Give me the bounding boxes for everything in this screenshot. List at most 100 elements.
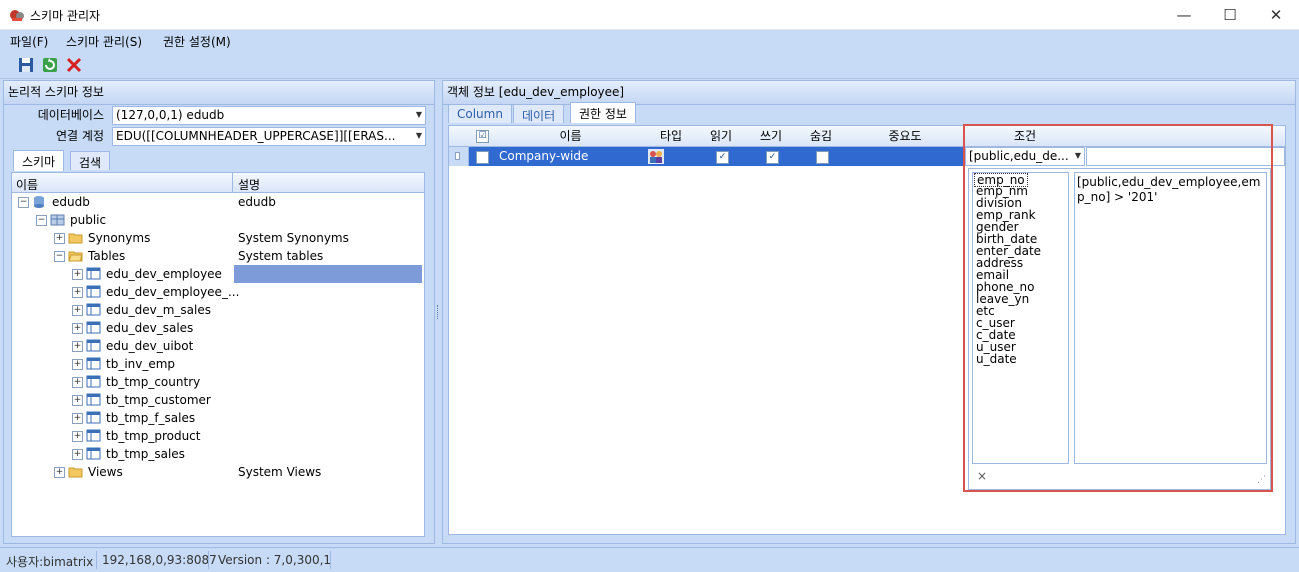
database-value: (127,0,0,1) edudb xyxy=(116,108,225,122)
expand-icon[interactable]: + xyxy=(72,305,83,316)
table-icon xyxy=(86,321,101,334)
menu-schema-management[interactable]: 스키마 관리(S) xyxy=(66,33,142,50)
hidden-checkbox[interactable] xyxy=(816,151,829,164)
tree-item-label: edu_dev_sales xyxy=(106,321,194,335)
tab-search[interactable]: 검색 xyxy=(70,151,111,170)
popup-close-icon[interactable]: × xyxy=(977,469,987,483)
expand-icon[interactable]: + xyxy=(72,431,83,442)
title-bar: 스키마 관리자 — ☐ ✕ xyxy=(0,0,1299,30)
expand-icon[interactable]: + xyxy=(54,233,65,244)
minimize-button[interactable]: — xyxy=(1161,0,1207,30)
menu-file[interactable]: 파일(F) xyxy=(10,33,48,50)
expand-icon[interactable]: + xyxy=(72,413,83,424)
status-address: 192,168,0,93:8087 xyxy=(102,553,217,567)
tree-item-label: tb_inv_emp xyxy=(106,357,176,371)
tree-item-table[interactable]: + edu_dev_employee xyxy=(12,265,424,283)
row-indicator-header xyxy=(449,126,470,147)
tree-item-table[interactable]: + edu_dev_sales xyxy=(12,319,424,337)
tab-permission-info[interactable]: 권한 정보 xyxy=(570,102,636,123)
collapse-icon[interactable]: − xyxy=(36,215,47,226)
expand-icon[interactable]: + xyxy=(72,287,83,298)
write-checkbox[interactable]: ✓ xyxy=(766,151,779,164)
column-importance-header[interactable]: 중요도 xyxy=(846,126,965,147)
tree-item-label: edu_dev_employee xyxy=(106,267,222,281)
account-combo[interactable]: EDU([[COLUMNHEADER_UPPERCASE]][[ERAS... … xyxy=(112,127,426,146)
tree-item-table[interactable]: + tb_tmp_sales xyxy=(12,445,424,463)
close-button[interactable]: ✕ xyxy=(1253,0,1299,30)
column-name-header[interactable]: 이름 xyxy=(495,126,647,147)
expand-icon[interactable]: + xyxy=(72,395,83,406)
status-divider xyxy=(330,551,331,569)
tree-item-synonyms[interactable]: + Synonyms System Synonyms xyxy=(12,229,424,247)
tab-schema[interactable]: 스키마 xyxy=(13,150,65,171)
expand-icon[interactable]: + xyxy=(72,341,83,352)
column-read-header[interactable]: 읽기 xyxy=(696,126,747,147)
row-name: Company-wide xyxy=(499,149,589,163)
collapse-icon[interactable]: − xyxy=(18,197,29,208)
condition-editor[interactable]: [public,edu_dev_employee,emp_no] > '201' xyxy=(1074,172,1267,464)
save-icon[interactable] xyxy=(16,55,36,75)
maximize-button[interactable]: ☐ xyxy=(1207,0,1253,30)
column-type-header[interactable]: 타입 xyxy=(646,126,697,147)
splitter-grip xyxy=(437,305,439,319)
tree-item-edudb[interactable]: − edudb edudb xyxy=(12,193,424,211)
row-checkbox[interactable] xyxy=(476,151,489,164)
splitter[interactable] xyxy=(435,80,441,544)
table-row[interactable]: Company-wide ✓ ✓ xyxy=(449,147,965,166)
tree-item-table[interactable]: + tb_inv_emp xyxy=(12,355,424,373)
database-combo[interactable]: (127,0,0,1) edudb ▼ xyxy=(112,106,426,125)
chevron-down-icon: ▼ xyxy=(415,110,422,119)
resize-grip-icon[interactable]: ⋰ xyxy=(1257,475,1266,485)
table-icon xyxy=(86,429,101,442)
tree-item-desc: System Views xyxy=(238,465,322,479)
tree-item-label: edu_dev_employee_... xyxy=(106,285,240,299)
tree-item-label: public xyxy=(70,213,107,227)
tree-item-label: edu_dev_uibot xyxy=(106,339,194,353)
expand-icon[interactable]: + xyxy=(72,269,83,280)
tree-item-table[interactable]: + tb_tmp_f_sales xyxy=(12,409,424,427)
tree-item-table[interactable]: + edu_dev_uibot xyxy=(12,337,424,355)
tab-data[interactable]: 데이터 xyxy=(513,104,565,123)
table-icon xyxy=(86,267,101,280)
delete-icon[interactable] xyxy=(64,55,84,75)
table-icon xyxy=(86,339,101,352)
tree-item-table[interactable]: + tb_tmp_country xyxy=(12,373,424,391)
tree-item-public[interactable]: − public xyxy=(12,211,424,229)
table-icon xyxy=(86,285,101,298)
read-checkbox[interactable]: ✓ xyxy=(716,151,729,164)
select-all-header[interactable]: ☑ xyxy=(469,126,496,147)
expand-icon[interactable]: + xyxy=(72,359,83,370)
folder-icon xyxy=(68,233,83,244)
column-write-header[interactable]: 쓰기 xyxy=(746,126,797,147)
menu-permission-settings[interactable]: 권한 설정(M) xyxy=(163,33,231,50)
refresh-icon[interactable] xyxy=(40,55,60,75)
column-desc-header[interactable]: 설명 xyxy=(238,176,260,193)
tree-item-table[interactable]: + edu_dev_m_sales xyxy=(12,301,424,319)
field-item[interactable]: u_date xyxy=(976,353,1017,365)
tree-item-table[interactable]: + tb_tmp_product xyxy=(12,427,424,445)
expand-icon[interactable]: + xyxy=(72,449,83,460)
open-folder-icon xyxy=(68,251,83,262)
expand-icon[interactable]: + xyxy=(54,467,65,478)
table-icon xyxy=(86,393,101,406)
tree-item-table[interactable]: + edu_dev_employee_... xyxy=(12,283,424,301)
table-icon xyxy=(86,375,101,388)
tree-item-table[interactable]: + tb_tmp_customer xyxy=(12,391,424,409)
status-version: Version : 7,0,300,1 xyxy=(218,553,332,567)
expand-icon[interactable]: + xyxy=(72,377,83,388)
tree-item-tables[interactable]: − Tables System tables xyxy=(12,247,424,265)
expand-icon[interactable]: + xyxy=(72,323,83,334)
tree-item-label: tb_tmp_customer xyxy=(106,393,211,407)
column-name-header[interactable]: 이름 xyxy=(16,176,38,193)
account-label: 연결 계정 xyxy=(56,129,104,143)
select-all-checkbox[interactable]: ☑ xyxy=(476,130,489,143)
tree-item-label: tb_tmp_product xyxy=(106,429,201,443)
tab-column[interactable]: Column xyxy=(448,104,512,123)
tree-item-views[interactable]: + Views System Views xyxy=(12,463,424,481)
column-hidden-header[interactable]: 숨김 xyxy=(796,126,847,147)
tree-item-desc: edudb xyxy=(238,195,276,209)
folder-icon xyxy=(68,467,83,478)
collapse-icon[interactable]: − xyxy=(54,251,65,262)
tree-item-label: Synonyms xyxy=(88,231,151,245)
account-value: EDU([[COLUMNHEADER_UPPERCASE]][[ERAS... xyxy=(116,129,396,143)
